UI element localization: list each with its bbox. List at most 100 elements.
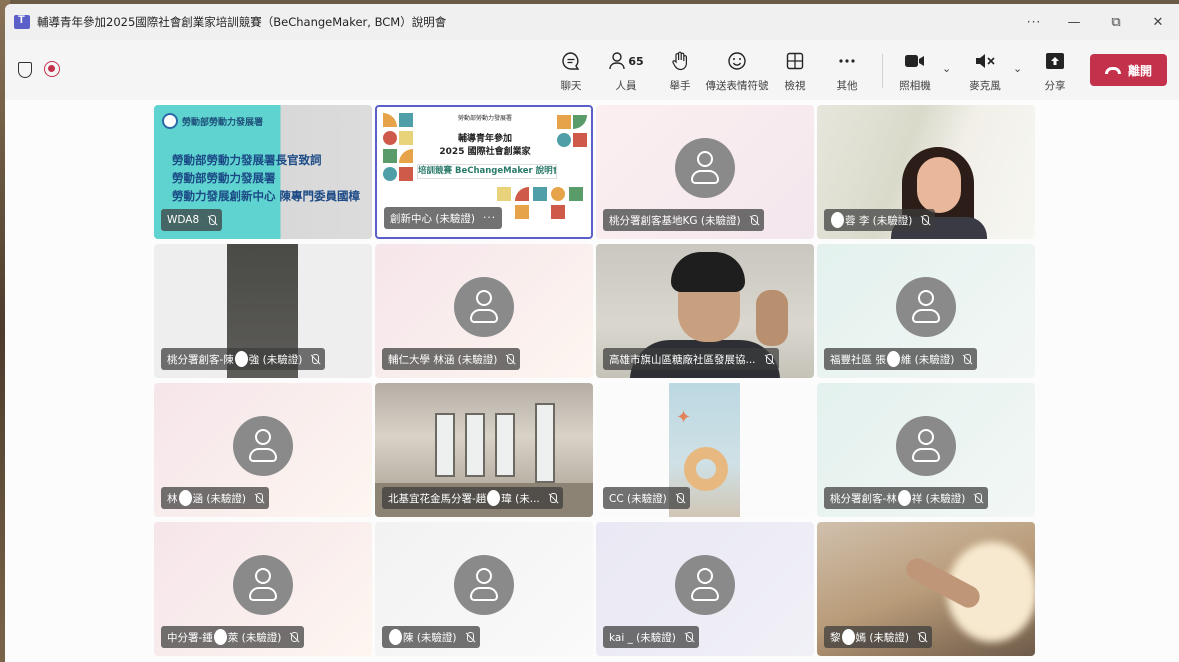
mic-muted-icon (505, 353, 515, 365)
slide-heading: 輔導青年參加 (457, 134, 512, 144)
chat-icon (561, 49, 581, 73)
more-label: 其他 (836, 80, 858, 92)
redaction-mark (897, 490, 911, 506)
participant-tile-video[interactable]: ✦ CC (未驗證) (596, 383, 814, 517)
camera-options-chevron-icon[interactable]: ⌄ (942, 62, 951, 75)
redaction-mark (178, 490, 192, 506)
participant-nametag: kai _ (未驗證) (603, 626, 699, 648)
mic-options-chevron-icon[interactable]: ⌄ (1013, 62, 1022, 75)
mic-muted-icon (764, 353, 773, 365)
mic-muted-icon (920, 214, 930, 226)
avatar (454, 555, 514, 615)
participant-nametag: CC (未驗證) (603, 487, 690, 509)
mic-button[interactable]: 麥克風 (957, 49, 1013, 93)
slide-banner: 培訓競賽 BeChangeMaker 說明會 (417, 164, 557, 179)
participant-nametag: 創新中心 (未驗證) ··· (384, 207, 503, 229)
share-icon (1045, 49, 1065, 73)
participant-name: CC (未驗證) (609, 492, 667, 505)
participant-tile[interactable]: 福豐社區 張 維 (未驗證) (817, 244, 1035, 378)
raise-hand-button[interactable]: 舉手 (652, 49, 708, 93)
meeting-toolbar: 聊天 65 人員 舉手 傳送表情符號 檢視 其他 照相機 ⌄ 麥克風 ⌄ 分享 … (5, 40, 1179, 100)
participant-name: WDA8 (167, 214, 200, 226)
participant-tile[interactable]: 桃分署創客基地KG (未驗證) (596, 105, 814, 239)
hand-icon (671, 49, 689, 73)
participant-tile-shared-slide[interactable]: 勞動部勞動力發展署 勞動部勞動力發展署長官致詞 勞動部勞動力發展署 勞動力發展創… (154, 105, 372, 239)
share-label: 分享 (1044, 80, 1066, 92)
minimize-button[interactable]: — (1053, 4, 1095, 40)
participant-name: 福豐社區 張 (830, 353, 886, 366)
participant-tile-video[interactable]: 桃分署創客-陳 強 (未驗證) (154, 244, 372, 378)
avatar (233, 555, 293, 615)
participant-tile[interactable]: kai _ (未驗證) (596, 522, 814, 656)
toolbar-divider (882, 54, 883, 88)
participant-tile[interactable]: 林 涵 (未驗證) (154, 383, 372, 517)
participant-nametag: 陳 (未驗證) (382, 626, 480, 648)
mic-muted-icon (973, 492, 983, 504)
shield-icon[interactable] (18, 62, 32, 78)
teams-meeting-window: 輔導青年參加2025國際社會創業家培訓競賽（BeChangeMaker, BCM… (5, 4, 1179, 662)
participant-tile[interactable]: 陳 (未驗證) (375, 522, 593, 656)
recording-icon[interactable] (44, 61, 60, 77)
avatar (675, 138, 735, 198)
ellipsis-icon (838, 49, 856, 73)
more-button[interactable]: 其他 (819, 49, 875, 93)
mic-muted-icon (465, 631, 474, 643)
view-button[interactable]: 檢視 (767, 49, 823, 93)
participant-nametag: 桃分署創客-陳 強 (未驗證) (161, 348, 326, 370)
avatar (454, 277, 514, 337)
mic-muted-icon (749, 214, 758, 226)
redaction-mark (389, 629, 402, 645)
participant-tile-video[interactable]: 北基宜花金馬分署-趙 瑋 (未... (375, 383, 593, 517)
mic-muted-icon (254, 492, 264, 504)
participant-tile-video[interactable]: 高雄市旗山區糖廠社區發展協... (596, 244, 814, 378)
participant-tile-video[interactable]: 黎 嫣 (未驗證) (817, 522, 1035, 656)
mic-muted-icon (962, 353, 972, 365)
tile-more-options[interactable]: ··· (483, 212, 496, 224)
window-controls: ··· — ⧉ ✕ (1015, 4, 1179, 40)
mic-off-icon (974, 49, 996, 73)
close-button[interactable]: ✕ (1137, 4, 1179, 40)
slide-text: 勞動部勞動力發展署長官致詞 勞動部勞動力發展署 勞動力發展創新中心 陳專門委員國… (172, 151, 360, 205)
avatar (233, 416, 293, 476)
slide-org: 勞動部勞動力發展署 (457, 115, 512, 122)
participant-nametag: 蓉 李 (未驗證) (824, 209, 936, 231)
participant-tile-video[interactable]: 蓉 李 (未驗證) (817, 105, 1035, 239)
share-button[interactable]: 分享 (1027, 49, 1083, 93)
participant-name-suffix: 維 (未驗證) (900, 353, 955, 366)
participant-nametag: 輔仁大學 林涵 (未驗證) (382, 348, 521, 370)
participant-tile[interactable]: 中分署-鍾 萊 (未驗證) (154, 522, 372, 656)
restore-button[interactable]: ⧉ (1095, 4, 1137, 40)
participant-name: 桃分署創客基地KG (未驗證) (609, 214, 741, 227)
leave-button[interactable]: 離開 (1090, 54, 1167, 86)
participant-name-suffix: 萊 (未驗證) (227, 631, 282, 644)
participant-nametag: 林 涵 (未驗證) (161, 487, 270, 509)
participant-name: 桃分署創客-陳 (167, 353, 234, 366)
reactions-button[interactable]: 傳送表情符號 (706, 49, 769, 93)
participant-name-suffix: 祥 (未驗證) (911, 492, 966, 505)
slide-line: 勞動力發展創新中心 陳專門委員國樟 (172, 189, 361, 203)
meeting-title: 輔導青年參加2025國際社會創業家培訓競賽（BeChangeMaker, BCM… (37, 15, 447, 29)
participant-name-suffix: 涵 (未驗證) (192, 492, 247, 505)
view-label: 檢視 (784, 80, 806, 92)
camera-button[interactable]: 照相機 (887, 49, 943, 93)
ministry-logo-icon (162, 113, 178, 129)
mic-muted-icon (207, 214, 217, 226)
participant-nametag: 高雄市旗山區糖廠社區發展協... (603, 348, 779, 370)
people-button[interactable]: 65 人員 (598, 49, 654, 93)
participant-nametag: 中分署-鍾 萊 (未驗證) (161, 626, 305, 648)
title-bar: 輔導青年參加2025國際社會創業家培訓競賽（BeChangeMaker, BCM… (5, 4, 1179, 40)
participant-tile-presenter[interactable]: 勞動部勞動力發展署 輔導青年參加 2025 國際社會創業家 培訓競賽 BeCha… (375, 105, 593, 239)
leave-label: 離開 (1127, 63, 1152, 78)
camera-label: 照相機 (899, 80, 931, 92)
mic-muted-icon (917, 631, 927, 643)
participant-tile[interactable]: 桃分署創客-林 祥 (未驗證) (817, 383, 1035, 517)
mic-muted-icon (289, 631, 299, 643)
participant-name: 桃分署創客-林 (830, 492, 897, 505)
participant-name: 北基宜花金馬分署-趙 (388, 492, 487, 505)
chat-button[interactable]: 聊天 (543, 49, 599, 93)
participant-name-suffix: 涵 (未驗證) (443, 353, 498, 366)
slide-line: 勞動部勞動力發展署 (172, 171, 276, 185)
redaction-mark (234, 351, 248, 367)
participant-tile[interactable]: 輔仁大學 林涵 (未驗證) (375, 244, 593, 378)
window-more-button[interactable]: ··· (1015, 4, 1053, 40)
